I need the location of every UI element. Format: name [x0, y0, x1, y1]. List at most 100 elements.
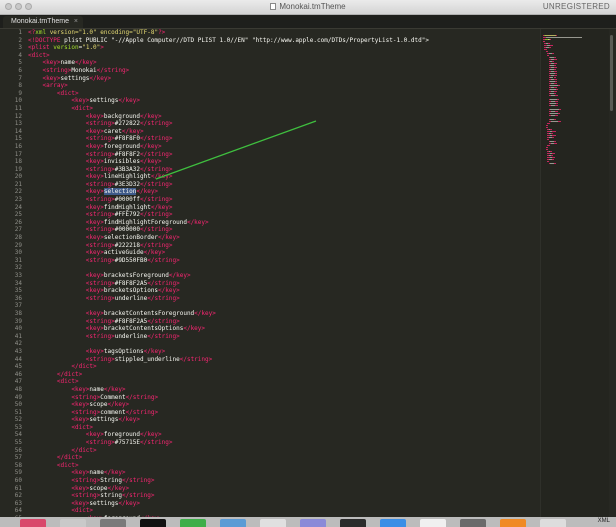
code-line[interactable]: <key>name</key> [28, 59, 540, 67]
code-token: </key> [136, 188, 159, 196]
dock-app-icon[interactable] [380, 519, 406, 527]
tab-monokai-tmtheme[interactable]: Monokai.tmTheme × [3, 16, 83, 28]
code-line[interactable]: <key>findHighlight</key> [28, 204, 540, 212]
dock-app-icon[interactable] [20, 519, 46, 527]
code-line[interactable]: <string>underline</string> [28, 333, 540, 341]
line-number: 59 [14, 469, 22, 477]
code-line[interactable]: <key>bracketContentsOptions</key> [28, 325, 540, 333]
minimap[interactable] [540, 29, 609, 517]
code-line[interactable]: </dict> [28, 371, 540, 379]
code-line[interactable]: <key>selection</key> [28, 188, 540, 196]
code-line[interactable]: </dict> [28, 454, 540, 462]
vertical-scrollbar[interactable] [609, 29, 614, 517]
minimap-stroke [544, 35, 556, 36]
code-line[interactable] [28, 340, 540, 348]
code-line[interactable] [28, 302, 540, 310]
code-editor[interactable]: 1 2 3 4 5 6 7 8 9 10 11 12 13 14 15 16 17 18 19 20 21 22 23 24 2… [0, 29, 540, 517]
code-line[interactable]: <dict> [28, 507, 540, 515]
code-line[interactable]: <key>invisibles</key> [28, 158, 540, 166]
code-line[interactable]: <key>settings</key> [28, 416, 540, 424]
tab-close-icon[interactable]: × [74, 16, 78, 28]
code-line[interactable]: </dict> [28, 447, 540, 455]
code-line[interactable]: <string>comment</string> [28, 409, 540, 417]
code-line[interactable]: <string>#0000ff</string> [28, 196, 540, 204]
code-line[interactable]: <dict> [28, 424, 540, 432]
unregistered-label: UNREGISTERED [542, 2, 610, 11]
code-line[interactable]: <key>tagsOptions</key> [28, 348, 540, 356]
code-line[interactable]: <key>settings</key> [28, 97, 540, 105]
code-line[interactable]: <key>name</key> [28, 469, 540, 477]
code-line[interactable]: <dict> [28, 90, 540, 98]
code-line[interactable]: <string>underline</string> [28, 295, 540, 303]
code-line[interactable]: <key>bracketsForeground</key> [28, 272, 540, 280]
dock-app-icon[interactable] [300, 519, 326, 527]
code-line[interactable] [28, 264, 540, 272]
dock-app-icon[interactable] [140, 519, 166, 527]
code-line[interactable]: <dict> [28, 52, 540, 60]
code-line[interactable]: <key>scope</key> [28, 485, 540, 493]
code-line[interactable]: <string>Monokai</string> [28, 67, 540, 75]
code-token: > [100, 44, 104, 52]
dock-app-icon[interactable] [540, 519, 566, 527]
code-line[interactable]: <key>foreground</key> [28, 431, 540, 439]
code-line[interactable]: <dict> [28, 105, 540, 113]
code-line[interactable]: <string>#FFE792</string> [28, 211, 540, 219]
code-line[interactable]: <dict> [28, 462, 540, 470]
code-line[interactable]: <key>settings</key> [28, 75, 540, 83]
code-token: #000000 [114, 226, 140, 234]
code-line[interactable]: <dict> [28, 378, 540, 386]
code-line[interactable]: <!DOCTYPE plist PUBLIC "-//Apple Compute… [28, 37, 540, 45]
code-line[interactable]: <key>selectionBorder</key> [28, 234, 540, 242]
code-line[interactable]: <string>#9D550FB0</string> [28, 257, 540, 265]
code-line[interactable]: <key>foreground</key> [28, 143, 540, 151]
code-line[interactable]: <array> [28, 82, 540, 90]
code-line[interactable]: <string>#3B3A32</string> [28, 166, 540, 174]
code-line[interactable]: <key>name</key> [28, 386, 540, 394]
dock-app-icon[interactable] [220, 519, 246, 527]
code-line[interactable]: <string>String</string> [28, 477, 540, 485]
dock-app-icon[interactable] [100, 519, 126, 527]
code-line[interactable]: <string>string</string> [28, 492, 540, 500]
code-line[interactable]: <string>#272822</string> [28, 120, 540, 128]
code-line[interactable]: <key>background</key> [28, 113, 540, 121]
code-line[interactable]: <key>activeGuide</key> [28, 249, 540, 257]
code-line[interactable]: <plist version="1.0"> [28, 44, 540, 52]
code-token: foreground [103, 431, 140, 439]
dock-app-icon[interactable] [260, 519, 286, 527]
dock-app-icon[interactable] [500, 519, 526, 527]
code-token: </key> [150, 203, 173, 211]
code-area[interactable]: <?xml version="1.0" encoding="UTF-8"?> <!… [28, 29, 540, 517]
code-line[interactable]: <key>caret</key> [28, 128, 540, 136]
code-line[interactable]: <key>bracketsOptions</key> [28, 287, 540, 295]
code-line[interactable]: <key>settings</key> [28, 500, 540, 508]
code-line[interactable]: <string>Comment</string> [28, 394, 540, 402]
code-line[interactable]: <key>findHighlightForeground</key> [28, 219, 540, 227]
dock-app-icon[interactable] [180, 519, 206, 527]
code-line[interactable]: <string>#75715E</string> [28, 439, 540, 447]
code-line[interactable]: <string>#3E3D32</string> [28, 181, 540, 189]
code-line[interactable]: <key>lineHighlight</key> [28, 173, 540, 181]
code-line[interactable]: <string>#F8F8F2A5</string> [28, 280, 540, 288]
code-token: </string> [140, 165, 173, 173]
code-line[interactable]: <?xml version="1.0" encoding="UTF-8"?> [28, 29, 540, 37]
code-line[interactable]: <string>#000000</string> [28, 226, 540, 234]
code-token: lineHighlight [103, 173, 151, 181]
minimap-stroke [547, 145, 550, 146]
scrollbar-thumb[interactable] [610, 35, 613, 111]
syntax-indicator[interactable]: XML [598, 518, 610, 524]
code-line[interactable]: </dict> [28, 363, 540, 371]
code-line[interactable]: <string>#F8F8F2</string> [28, 151, 540, 159]
dock-app-icon[interactable] [420, 519, 446, 527]
code-line[interactable]: <string>#F8F8F0</string> [28, 135, 540, 143]
code-line[interactable]: <string>#F8F8F2A5</string> [28, 318, 540, 326]
code-line[interactable]: <key>bracketContentsForeground</key> [28, 310, 540, 318]
code-token: </dict> [71, 446, 97, 454]
dock-app-icon[interactable] [340, 519, 366, 527]
code-line[interactable]: <key>scope</key> [28, 401, 540, 409]
code-line[interactable]: <string>stippled_underline</string> [28, 356, 540, 364]
dock-app-icon[interactable] [60, 519, 86, 527]
code-line[interactable]: <string>#222218</string> [28, 242, 540, 250]
dock-app-icon[interactable] [460, 519, 486, 527]
